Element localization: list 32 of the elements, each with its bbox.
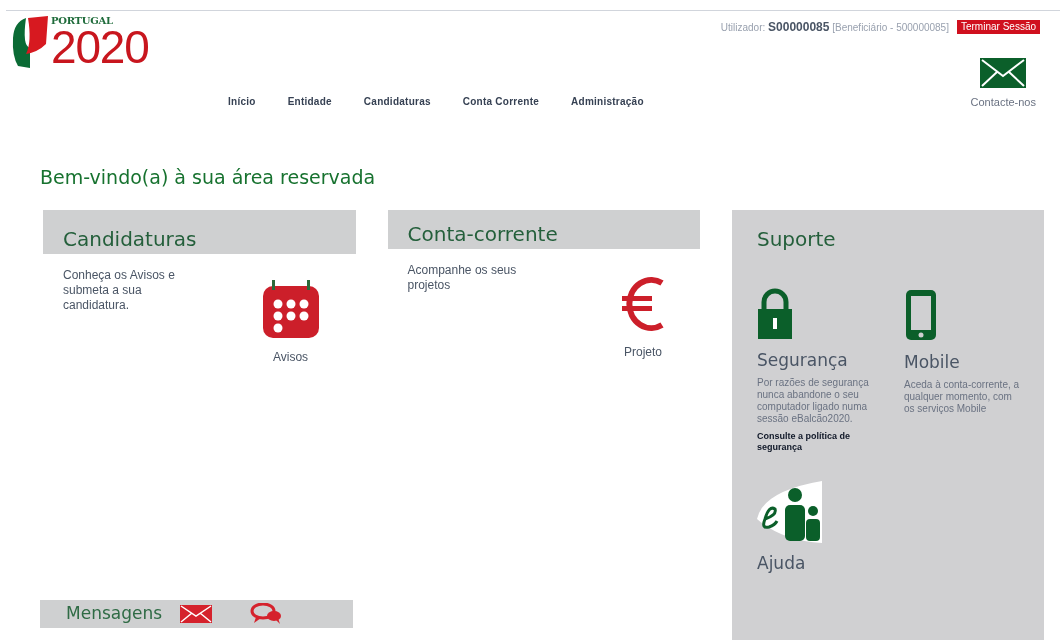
- lock-icon: [757, 287, 793, 340]
- nav-link[interactable]: Candidaturas: [363, 93, 431, 109]
- chat-icon[interactable]: [250, 602, 283, 625]
- contact-link[interactable]: Contacte-nos: [970, 58, 1036, 111]
- support-item-title[interactable]: Mobile: [904, 349, 960, 375]
- support-title: Suporte: [757, 225, 837, 253]
- nav-link[interactable]: Administração: [571, 93, 644, 109]
- nav-link[interactable]: Entidade: [287, 93, 332, 109]
- card-text: Acompanhe os seus projetos: [407, 262, 518, 294]
- help-icon: [757, 481, 823, 543]
- welcome-heading: Bem-vindo(a) à sua área reservada: [40, 165, 377, 190]
- mail-icon: [980, 58, 1027, 88]
- logout-button[interactable]: Terminar Sessão: [956, 19, 1040, 35]
- security-policy-link[interactable]: Consulte a política de segurança: [757, 431, 887, 453]
- nav-link[interactable]: Conta Corrente: [462, 93, 540, 109]
- mail-icon[interactable]: [180, 604, 213, 623]
- card-text: Conheça os Avisos e submeta a sua candidatura.: [63, 267, 176, 314]
- support-item-text: Por razões de segurança nunca abandone o seu computador ligado numa sessão eBalcão2020.: [757, 377, 870, 425]
- card-link[interactable]: Avisos: [259, 277, 322, 366]
- messages-bar: Mensagens: [40, 599, 353, 628]
- logo-year: 2020: [51, 24, 149, 70]
- support-item-text: Aceda à conta-corrente, a qualquer momento, com os serviços Mobile: [904, 379, 1021, 415]
- support-item-title[interactable]: Segurança: [757, 347, 848, 373]
- support-item-title[interactable]: Ajuda: [757, 551, 806, 577]
- flag-logo-icon: [12, 16, 48, 68]
- nav-link[interactable]: Início: [228, 93, 256, 109]
- card-header: Candidaturas: [43, 209, 356, 254]
- card-link[interactable]: Projeto: [620, 272, 666, 361]
- user-info: Utilizador: S00000085 [Beneficiário - 500000085]: [720, 19, 949, 36]
- logo-country: PORTUGAL: [51, 16, 114, 26]
- phone-icon: [904, 287, 938, 342]
- card-header: Conta-corrente: [387, 209, 700, 249]
